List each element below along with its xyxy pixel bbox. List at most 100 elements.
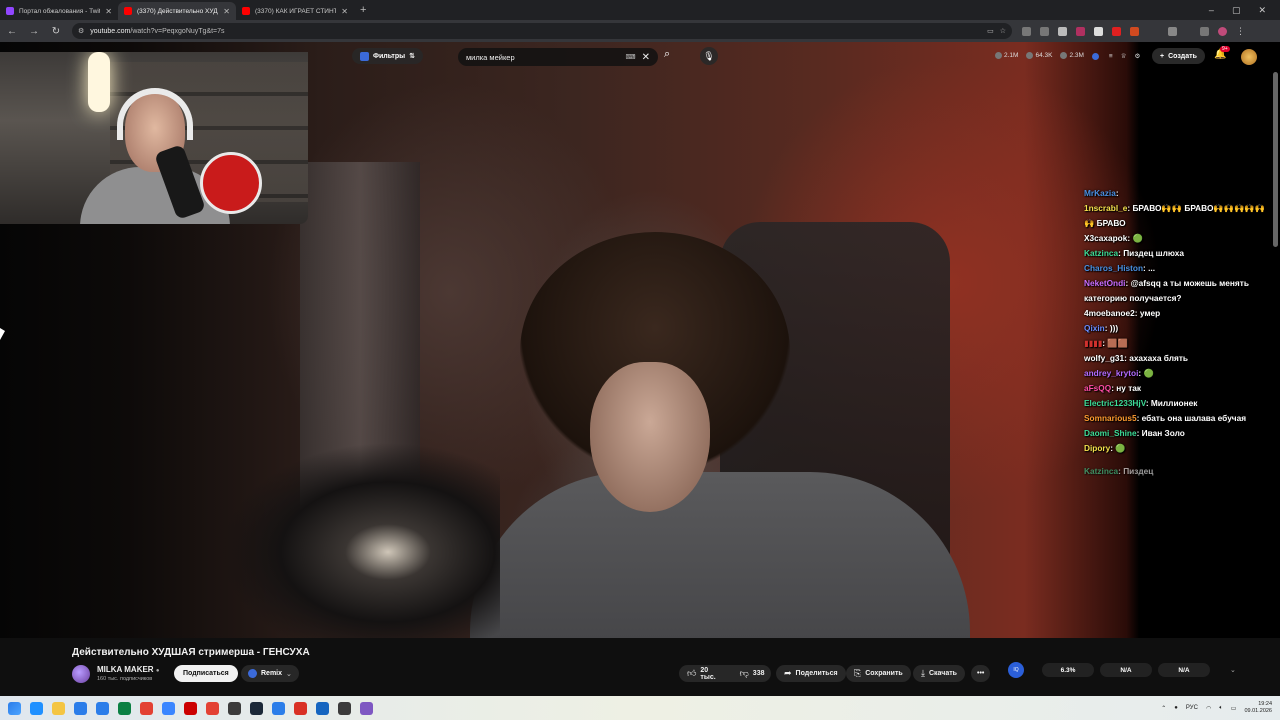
taskbar-app-icon[interactable] <box>162 701 175 715</box>
browser-tab[interactable]: Портал обжалования - Twitch ✕ <box>0 2 118 20</box>
browser-tab[interactable]: (3370) КАК ИГРАЕТ СТИНТ НА ✕ <box>236 2 354 20</box>
plus-icon: + <box>1160 52 1165 60</box>
download-icon: ⤓ <box>921 668 925 678</box>
extension-icon[interactable] <box>1040 26 1049 36</box>
input-language[interactable]: РУС <box>1186 705 1198 711</box>
like-button[interactable]: 👍︎ 20 тыс. <box>679 665 724 682</box>
taskbar-app-icon[interactable] <box>272 701 285 715</box>
dislike-button[interactable]: 👎︎ 338 <box>732 665 773 682</box>
chevron-down-icon[interactable]: ⌄ <box>1230 666 1236 674</box>
taskbar-app-icon[interactable] <box>360 701 373 715</box>
bookmark-star-icon[interactable]: ☆ <box>1000 27 1006 35</box>
chat-text: ну так <box>1116 383 1142 393</box>
close-window-icon[interactable]: ✕ <box>1258 5 1266 16</box>
tray-chevron-icon[interactable]: ⌃ <box>1161 705 1166 712</box>
chat-message: Qixin: ))) <box>1084 323 1119 333</box>
extension-stats: 2.1M 64.3K 2.3M ≡ ♕ ⚙ <box>995 52 1140 60</box>
voice-search-icon[interactable]: 🎙 <box>700 47 718 65</box>
save-button[interactable]: ⎘ Сохранить <box>846 665 911 682</box>
settings-icon[interactable]: ⚙ <box>1135 52 1141 60</box>
extension-icon[interactable] <box>1076 26 1085 36</box>
stat-icon <box>1060 52 1068 60</box>
taskbar-app-icon[interactable] <box>338 701 351 715</box>
tab-close-icon[interactable]: ✕ <box>223 7 230 16</box>
channel-avatar[interactable] <box>72 665 90 683</box>
stat-value: 2.1M <box>1004 52 1019 60</box>
verified-icon: ● <box>155 668 160 674</box>
taskbar-app-icon[interactable] <box>294 701 307 715</box>
back-icon[interactable]: ← <box>6 26 18 37</box>
video-person-face <box>590 362 710 512</box>
tab-title: Портал обжалования - Twitch <box>19 7 101 15</box>
download-button[interactable]: ⤓ Скачать <box>913 665 965 682</box>
list-icon[interactable]: ≡ <box>1109 53 1113 60</box>
menu-dots-icon[interactable]: ⋮ <box>1236 26 1245 36</box>
minimize-icon[interactable]: – <box>1209 5 1214 16</box>
like-dislike-group: 👍︎ 20 тыс. 👎︎ 338 <box>679 665 771 682</box>
extension-icon[interactable] <box>1091 52 1099 60</box>
tab-title: (3370) КАК ИГРАЕТ СТИНТ НА <box>255 7 337 15</box>
site-info-icon[interactable]: ⚙ <box>78 27 84 35</box>
volume-icon[interactable]: 🔈︎ <box>1219 705 1223 712</box>
extension-icon[interactable] <box>1058 26 1067 36</box>
keyboard-icon[interactable]: ⌨ <box>626 53 636 61</box>
extension-icon[interactable] <box>1130 26 1139 36</box>
taskbar-app-icon[interactable] <box>140 701 153 715</box>
remix-button[interactable]: Remix ⌄ <box>241 665 299 682</box>
share-button[interactable]: ➦ Поделиться <box>776 665 846 682</box>
url-input[interactable]: ⚙ youtube.com/watch?v=PeqxgoNuyTg&t=7s ▭… <box>72 23 1012 39</box>
extension-icon[interactable] <box>1094 26 1103 36</box>
rating-logo-icon[interactable]: IQ <box>1008 662 1024 678</box>
taskbar-app-icon[interactable] <box>96 701 109 715</box>
page-scrollbar[interactable] <box>1273 72 1278 247</box>
taskbar-app-icon[interactable] <box>250 701 263 715</box>
youtube-header: Фильтры ⇅ милка мейкер ⌨ ✕ ⌕ 🎙 2.1M 64.3… <box>0 46 1280 68</box>
notifications-bell-icon[interactable]: 🔔 9+ <box>1214 46 1230 60</box>
search-icon[interactable]: ⌕ <box>664 48 670 61</box>
create-button[interactable]: + Создать <box>1152 48 1205 64</box>
tray-app-icon[interactable]: ● <box>1174 705 1178 711</box>
wifi-icon[interactable]: ◠ <box>1206 705 1211 712</box>
taskbar-clock[interactable]: 19:24 09.01.2026 <box>1244 701 1272 715</box>
dislike-count: 338 <box>752 670 765 677</box>
more-actions-button[interactable]: ••• <box>971 665 991 682</box>
cast-icon[interactable]: ▭ <box>987 27 994 35</box>
taskbar-app-icon[interactable] <box>30 701 43 715</box>
search-input[interactable]: милка мейкер ⌨ ✕ <box>458 48 658 66</box>
browser-tab[interactable]: (3370) Действительно ХУДША ✕ <box>118 2 236 20</box>
chat-text: Пиздец шлюха <box>1123 248 1184 258</box>
taskbar-app-icon[interactable] <box>118 701 131 715</box>
video-info-bar: Действительно ХУДШАЯ стримерша - ГЕНСУХА… <box>0 638 1280 696</box>
chat-username: Electric1233HjV <box>1084 398 1146 408</box>
profile-icon[interactable] <box>1218 26 1227 36</box>
clear-search-icon[interactable]: ✕ <box>642 52 650 63</box>
maximize-icon[interactable]: ▢ <box>1232 5 1241 16</box>
extension-icon[interactable] <box>1112 26 1121 36</box>
more-dots-icon: ••• <box>977 670 985 677</box>
taskbar-app-icon[interactable] <box>228 701 241 715</box>
extension-icon[interactable] <box>1022 26 1031 36</box>
taskbar-app-icon[interactable] <box>74 701 87 715</box>
reload-icon[interactable]: ↻ <box>50 26 62 37</box>
channel-name[interactable]: MILKA MAKER ● <box>97 665 159 674</box>
tab-close-icon[interactable]: ✕ <box>341 7 348 16</box>
download-icon[interactable] <box>1200 26 1209 36</box>
tab-close-icon[interactable]: ✕ <box>105 7 112 16</box>
account-avatar[interactable] <box>1241 49 1257 65</box>
taskbar-app-icon[interactable] <box>316 701 329 715</box>
new-tab-icon[interactable]: + <box>360 4 366 16</box>
tab-favicon-icon <box>6 7 14 15</box>
extensions-puzzle-icon[interactable] <box>1168 26 1177 36</box>
subscribe-button[interactable]: Подписаться <box>174 665 238 682</box>
forward-icon[interactable]: → <box>28 26 40 37</box>
filters-button[interactable]: Фильтры ⇅ <box>352 48 423 64</box>
taskbar-app-icon[interactable] <box>52 701 65 715</box>
chat-message: 1nscrabl_e: БРАВО🙌🙌 БРАВО🙌🙌🙌🙌🙌🙌 БРАВО <box>1084 203 1266 228</box>
filters-label: Фильтры <box>373 52 406 60</box>
taskbar-app-icon[interactable] <box>184 701 197 715</box>
trophy-icon[interactable]: ♕ <box>1121 52 1127 60</box>
battery-icon[interactable]: ▭ <box>1231 705 1237 712</box>
chat-text: умер <box>1139 308 1161 318</box>
windows-start-icon[interactable] <box>8 701 21 715</box>
taskbar-app-icon[interactable] <box>206 701 219 715</box>
